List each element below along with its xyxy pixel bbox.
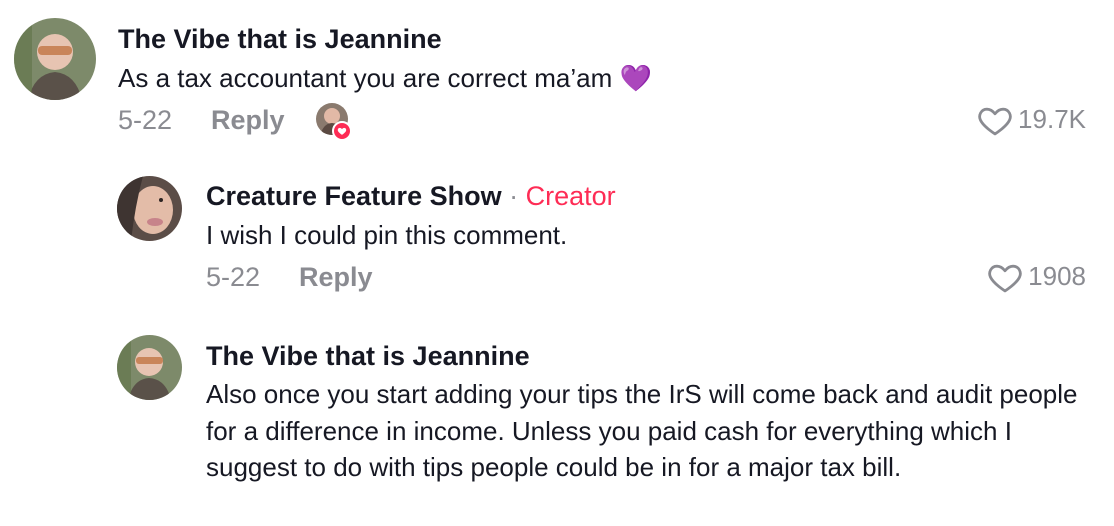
like-button[interactable]: 1908	[986, 260, 1086, 294]
comment-date: 5-22	[118, 104, 173, 135]
comment-body: The Vibe that is Jeannine Also once you …	[206, 339, 1086, 486]
comment-meta: 5-22 Reply 1908	[206, 260, 1086, 300]
comment-body: Creature Feature Show · Creator I wish I…	[206, 179, 1086, 300]
avatar[interactable]	[14, 18, 96, 100]
comment-body: The Vibe that is Jeannine As a tax accou…	[118, 22, 1086, 143]
comment-text: Also once you start adding your tips the…	[206, 379, 1078, 482]
comment-meta: 5-22 Reply 19.7K	[118, 102, 1086, 143]
comment-author[interactable]: Creature Feature Show	[206, 181, 502, 211]
avatar[interactable]	[117, 176, 182, 241]
creator-badge: Creator	[525, 181, 616, 211]
reply-button[interactable]: Reply	[211, 105, 285, 136]
like-count: 1908	[1028, 261, 1086, 291]
like-count: 19.7K	[1018, 104, 1086, 134]
purple-heart-emoji: 💜	[619, 63, 652, 93]
comment-author[interactable]: The Vibe that is Jeannine	[206, 339, 1086, 373]
comment-author-line: Creature Feature Show · Creator	[206, 179, 1086, 213]
avatar-image	[117, 335, 182, 400]
comment-date: 5-22	[206, 261, 261, 292]
heart-outline-icon	[978, 107, 1012, 135]
heart-outline-icon	[988, 264, 1022, 292]
comment-text: As a tax accountant you are correct ma’a…	[118, 63, 613, 93]
like-button[interactable]: 19.7K	[976, 103, 1086, 137]
separator-dot: ·	[509, 181, 519, 211]
comment-author[interactable]: The Vibe that is Jeannine	[118, 22, 1086, 56]
reply-button[interactable]: Reply	[299, 262, 373, 293]
comment-text: I wish I could pin this comment.	[206, 220, 568, 250]
heart-filled-icon	[332, 120, 352, 141]
comment-text-line: As a tax accountant you are correct ma’a…	[118, 60, 1086, 97]
avatar-image	[14, 18, 96, 100]
avatar[interactable]	[117, 335, 182, 400]
avatar-image	[117, 176, 182, 241]
liked-by-creator	[316, 102, 352, 141]
